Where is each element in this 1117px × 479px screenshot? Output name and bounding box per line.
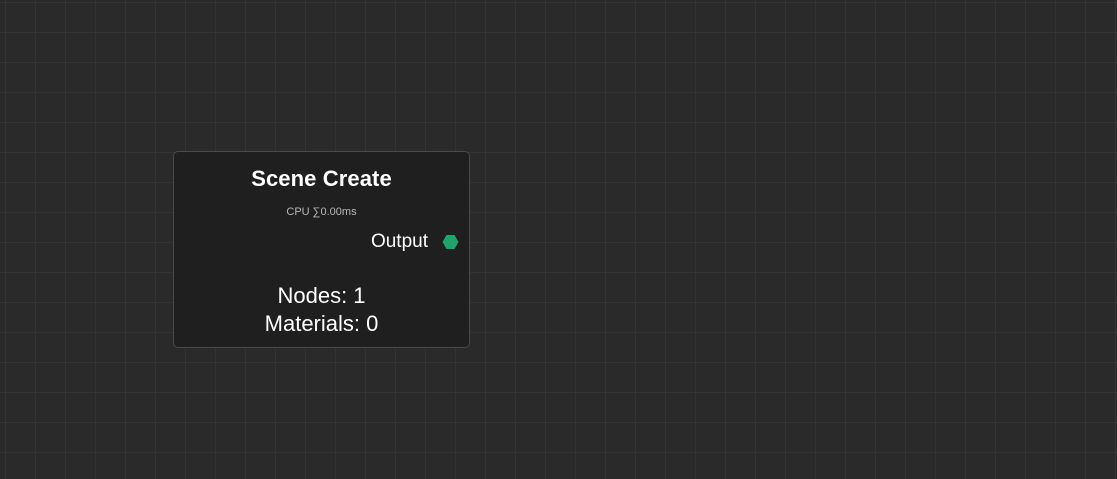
nodes-count: Nodes: 1	[277, 283, 366, 308]
node-title: Scene Create	[251, 166, 392, 191]
node-graph-canvas[interactable]	[0, 0, 1117, 479]
output-port-row: Output	[371, 230, 459, 254]
cpu-timing-label: CPU ∑0.00ms	[286, 206, 357, 218]
output-pin-hexagon-icon[interactable]	[442, 234, 459, 250]
materials-count: Materials: 0	[264, 311, 379, 336]
scene-create-node[interactable]: Scene Create CPU ∑0.00ms Output Nodes: 1…	[173, 151, 470, 348]
node-info: Nodes: 1 Materials: 0	[174, 282, 469, 338]
output-port-label: Output	[370, 231, 428, 252]
